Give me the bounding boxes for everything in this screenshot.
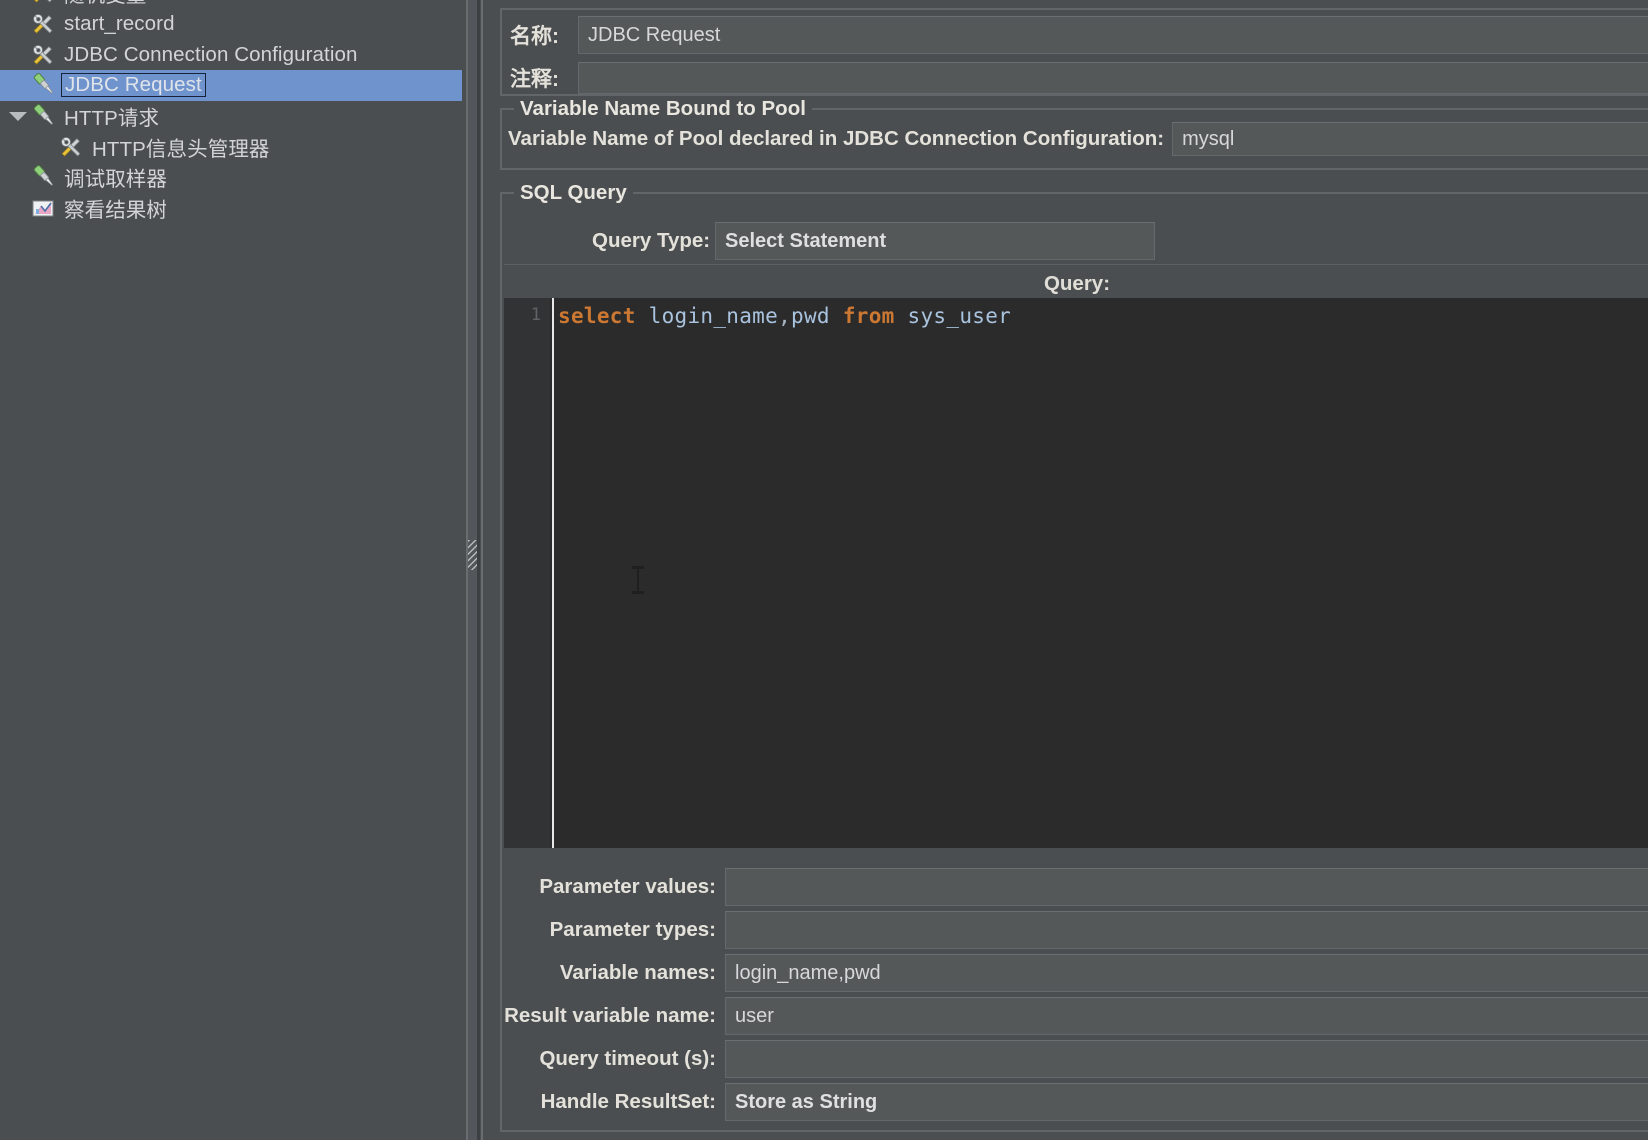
sql-token-identifier: pwd — [791, 304, 830, 328]
param-row-2: Parameter types: — [504, 909, 1648, 951]
sql-token-plain — [636, 304, 649, 328]
sql-token-identifier: sys_user — [907, 304, 1012, 328]
param-row-6: Handle ResultSet: Store as String — [504, 1081, 1648, 1123]
name-label: 名称: — [510, 25, 559, 48]
sql-token-plain — [895, 304, 908, 328]
comment-input[interactable] — [578, 62, 1648, 94]
param-row-3: Variable names: login_name,pwd — [504, 952, 1648, 994]
text-ibeam-cursor — [632, 566, 644, 594]
sql-code-line[interactable]: select login_name,pwd from sys_user — [558, 304, 1011, 328]
param-input[interactable]: login_name,pwd — [725, 954, 1648, 992]
sampler-icon — [28, 163, 58, 191]
param-label: Result variable name: — [504, 1004, 716, 1027]
config-element-icon — [28, 41, 58, 69]
tree-item-label: HTTP信息头管理器 — [92, 137, 270, 161]
config-element-icon — [56, 133, 86, 161]
param-label: Query timeout (s): — [539, 1047, 716, 1070]
tree-twisty-spacer — [8, 45, 28, 65]
query-type-select[interactable]: Select Statement — [715, 222, 1155, 260]
splitter-trough — [468, 0, 477, 1140]
sql-query-editor[interactable]: 1 select login_name,pwd from sys_user — [504, 298, 1648, 848]
comment-label: 注释: — [510, 68, 559, 91]
param-label: Variable names: — [559, 961, 716, 984]
tree-item-label: HTTP请求 — [64, 107, 160, 131]
param-input[interactable]: Store as String — [725, 1083, 1648, 1121]
tree-twisty-spacer — [8, 198, 28, 218]
tree-twisty-spacer — [8, 137, 28, 157]
tree-twisty-spacer — [8, 75, 28, 95]
tree-item-5[interactable]: HTTP请求 — [0, 101, 462, 132]
jmeter-window: 随机变量 start_record JDBC Connection Configur… — [0, 0, 1648, 1140]
sql-token-identifier: login_name — [648, 304, 779, 328]
tree-item-1[interactable]: 随机变量 — [0, 0, 462, 9]
tree-item-4[interactable]: JDBC Request — [0, 70, 462, 101]
tree-item-label: 调试取样器 — [64, 168, 167, 192]
pool-label: Variable Name of Pool declared in JDBC C… — [508, 127, 1165, 150]
sql-query-group: SQL Query Query Type: Select Statement Q… — [500, 181, 1648, 1132]
pool-row: Variable Name of Pool declared in JDBC C… — [508, 122, 1648, 156]
splitter-edge-right-outer — [481, 0, 483, 1140]
sql-token-plain — [830, 304, 843, 328]
panel-splitter[interactable] — [462, 0, 490, 1140]
config-element-icon — [28, 0, 58, 7]
view-results-tree-icon — [28, 194, 58, 222]
tree-item-7[interactable]: 调试取样器 — [0, 162, 462, 193]
sql-token-plain: , — [778, 304, 792, 328]
sql-group-title: SQL Query — [514, 181, 633, 205]
test-plan-tree[interactable]: 随机变量 start_record JDBC Connection Configur… — [0, 0, 462, 1140]
param-input[interactable] — [725, 1040, 1648, 1078]
tree-twisty-spacer — [8, 167, 28, 187]
name-row: 名称: JDBC Request — [510, 16, 1648, 54]
pool-variable-name-input[interactable]: mysql — [1172, 122, 1648, 156]
param-input[interactable]: user — [725, 997, 1648, 1035]
chevron-down-icon[interactable] — [8, 106, 28, 126]
tree-item-8[interactable]: 察看结果树 — [0, 193, 462, 224]
tree-item-6[interactable]: HTTP信息头管理器 — [0, 131, 462, 162]
param-input[interactable] — [725, 868, 1648, 906]
comment-row: 注释: — [510, 62, 1648, 94]
query-caption: Query: — [1043, 272, 1111, 295]
param-row-4: Result variable name: user — [504, 995, 1648, 1037]
query-caption-divider — [504, 264, 1648, 265]
query-type-row: Query Type: Select Statement — [592, 222, 1155, 260]
param-label: Parameter values: — [539, 875, 716, 898]
sampler-icon — [28, 102, 58, 130]
tree-row-list: 随机变量 start_record JDBC Connection Configur… — [0, 0, 462, 224]
param-row-5: Query timeout (s): — [504, 1038, 1648, 1080]
tree-item-label: 随机变量 — [61, 0, 149, 8]
tree-item-label: JDBC Request — [61, 73, 206, 98]
sql-token-keyword: from — [842, 304, 895, 328]
param-label: Handle ResultSet: — [540, 1090, 716, 1113]
tree-item-3[interactable]: JDBC Connection Configuration — [0, 39, 462, 70]
name-comment-box: 名称: JDBC Request 注释: — [500, 8, 1648, 96]
pool-group-title: Variable Name Bound to Pool — [514, 97, 812, 121]
splitter-edge-right — [477, 0, 480, 1140]
sampler-icon — [28, 71, 58, 99]
jdbc-request-form: 名称: JDBC Request 注释: Variable Name Bound… — [490, 0, 1648, 1140]
splitter-grip-handle[interactable] — [468, 540, 477, 570]
form-inner: 名称: JDBC Request 注释: Variable Name Bound… — [490, 0, 1648, 1140]
editor-line-number-gutter: 1 — [504, 298, 550, 848]
param-row-1: Parameter values: — [504, 866, 1648, 908]
tree-item-2[interactable]: start_record — [0, 9, 462, 40]
tree-twisty-spacer — [8, 0, 28, 3]
name-input[interactable]: JDBC Request — [578, 16, 1648, 54]
variable-name-bound-to-pool-group: Variable Name Bound to Pool Variable Nam… — [500, 97, 1648, 170]
tree-item-label: JDBC Connection Configuration — [64, 42, 358, 66]
param-input[interactable] — [725, 911, 1648, 949]
tree-twisty-spacer — [8, 14, 28, 34]
tree-item-label: 察看结果树 — [64, 199, 167, 223]
param-label: Parameter types: — [549, 918, 716, 941]
tree-item-label: start_record — [64, 12, 175, 36]
sql-token-keyword: select — [558, 304, 636, 328]
editor-text-caret — [552, 298, 554, 848]
query-type-label: Query Type: — [592, 229, 711, 252]
config-element-icon — [28, 10, 58, 38]
